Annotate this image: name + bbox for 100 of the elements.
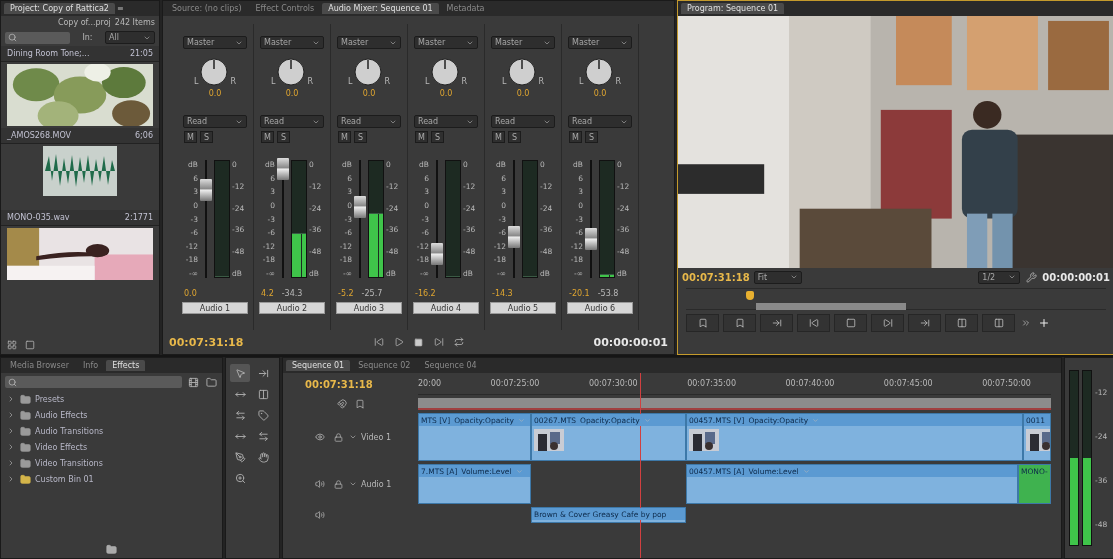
track-name-button[interactable]: Audio 3 — [336, 302, 402, 314]
add-button-icon[interactable] — [1037, 316, 1051, 330]
pan-knob[interactable] — [277, 58, 306, 86]
automation-dropdown[interactable]: Read — [183, 115, 247, 128]
step-forward-icon[interactable] — [871, 314, 904, 332]
pan-value[interactable]: 0.0 — [362, 89, 376, 98]
pan-knob[interactable] — [200, 58, 229, 86]
stop-icon[interactable] — [834, 314, 867, 332]
panel-tab[interactable]: Effect Controls — [249, 3, 321, 14]
in-dropdown[interactable]: All — [105, 31, 155, 44]
panel-tab[interactable]: Source: (no clips) — [166, 3, 248, 14]
track-name-button[interactable]: Audio 4 — [413, 302, 479, 314]
tree-item[interactable]: Video Transitions — [1, 455, 222, 471]
zoom-dropdown[interactable]: Fit — [753, 270, 802, 284]
fader-track[interactable] — [431, 160, 443, 278]
volume-value[interactable]: 4.2 — [261, 289, 274, 299]
time-ruler[interactable] — [686, 288, 1106, 310]
send-dropdown[interactable]: Master — [337, 36, 401, 49]
panel-tab[interactable]: Info — [77, 360, 105, 371]
pan-knob[interactable] — [508, 58, 537, 86]
pan-knob[interactable] — [585, 58, 614, 86]
speaker-icon[interactable] — [313, 508, 327, 522]
automation-dropdown[interactable]: Read — [337, 115, 401, 128]
timecode[interactable]: 00:07:31:18 — [682, 271, 750, 283]
mute-button[interactable]: M — [184, 131, 197, 143]
solo-button[interactable]: S — [431, 131, 444, 143]
selection-tool-icon[interactable] — [230, 364, 250, 382]
mute-button[interactable]: M — [569, 131, 582, 143]
tree-item[interactable]: Audio Transitions — [1, 423, 222, 439]
fader-thumb[interactable] — [585, 228, 597, 251]
send-dropdown[interactable]: Master — [260, 36, 324, 49]
pan-value[interactable]: 0.0 — [439, 89, 453, 98]
automation-dropdown[interactable]: Read — [568, 115, 632, 128]
mute-button[interactable]: M — [338, 131, 351, 143]
zoom-scrollbar[interactable] — [756, 303, 906, 310]
mute-button[interactable]: M — [415, 131, 428, 143]
mute-button[interactable]: M — [492, 131, 505, 143]
tree-item[interactable]: Custom Bin 01 — [1, 471, 222, 487]
fader-thumb[interactable] — [354, 196, 366, 219]
fader-track[interactable] — [585, 160, 597, 278]
automation-dropdown[interactable]: Read — [260, 115, 324, 128]
solo-button[interactable]: S — [508, 131, 521, 143]
solo-button[interactable]: S — [354, 131, 367, 143]
snap-icon[interactable] — [334, 397, 349, 411]
step-back-icon[interactable] — [797, 314, 830, 332]
sequence-tab[interactable]: Sequence 02 — [352, 360, 417, 371]
send-dropdown[interactable]: Master — [183, 36, 247, 49]
bin-icon[interactable] — [204, 375, 218, 389]
stop-icon[interactable] — [411, 335, 426, 349]
timecode[interactable]: 00:07:31:18 — [169, 335, 244, 349]
tree-item[interactable]: Presets — [1, 391, 222, 407]
track-name-button[interactable]: Audio 2 — [259, 302, 325, 314]
fader-thumb[interactable] — [277, 158, 289, 181]
search-field[interactable] — [5, 31, 70, 44]
fader-track[interactable] — [354, 160, 366, 278]
pan-value[interactable]: 0.0 — [516, 89, 530, 98]
fader-thumb[interactable] — [508, 225, 520, 248]
panel-tab[interactable]: Media Browser — [4, 360, 75, 371]
solo-button[interactable]: S — [277, 131, 290, 143]
sequence-tab[interactable]: Sequence 04 — [418, 360, 483, 371]
panel-tab[interactable]: Effects — [106, 360, 146, 371]
fader-track[interactable] — [200, 160, 212, 278]
automation-dropdown[interactable]: Read — [414, 115, 478, 128]
mute-button[interactable]: M — [261, 131, 274, 143]
send-dropdown[interactable]: Master — [491, 36, 555, 49]
panel-title[interactable]: Program: Sequence 01 — [681, 3, 785, 14]
send-dropdown[interactable]: Master — [568, 36, 632, 49]
volume-value[interactable]: 0.0 — [184, 289, 197, 299]
settings-icon[interactable] — [1024, 270, 1039, 284]
solo-button[interactable]: S — [200, 131, 213, 143]
fader-thumb[interactable] — [431, 243, 443, 266]
volume-value[interactable]: -16.2 — [415, 289, 436, 299]
tree-item[interactable]: Audio Effects — [1, 407, 222, 423]
volume-value[interactable]: -5.2 — [338, 289, 354, 299]
icon-view-icon[interactable] — [23, 338, 37, 352]
panel-tab[interactable]: Metadata — [440, 3, 491, 14]
lock-icon[interactable] — [331, 430, 345, 444]
fader-track[interactable] — [277, 160, 289, 278]
speaker-icon[interactable] — [313, 477, 327, 491]
new-bin-icon[interactable] — [104, 542, 119, 556]
track-name-button[interactable]: Audio 6 — [567, 302, 633, 314]
sequence-tab[interactable]: Sequence 01 — [286, 360, 351, 371]
track-name-button[interactable]: Audio 5 — [490, 302, 556, 314]
pan-knob[interactable] — [431, 58, 460, 86]
timecode[interactable]: 00:07:31:18 — [305, 378, 373, 390]
track-name-button[interactable]: Audio 1 — [182, 302, 248, 314]
volume-value[interactable]: -14.3 — [492, 289, 513, 299]
pan-knob[interactable] — [354, 58, 383, 86]
tree-item[interactable]: Video Effects — [1, 439, 222, 455]
solo-button[interactable]: S — [585, 131, 598, 143]
pan-value[interactable]: 0.0 — [285, 89, 299, 98]
resolution-dropdown[interactable]: 1/2 — [978, 270, 1021, 284]
volume-value[interactable]: -20.1 — [569, 289, 590, 299]
panel-menu-icon[interactable]: ≡ — [116, 4, 124, 13]
fader-thumb[interactable] — [200, 178, 212, 201]
fader-track[interactable] — [508, 160, 520, 278]
pan-value[interactable]: 0.0 — [208, 89, 222, 98]
panel-tab[interactable]: Audio Mixer: Sequence 01 — [322, 3, 439, 14]
send-dropdown[interactable]: Master — [414, 36, 478, 49]
project-item[interactable]: _AMOS268.MOV 6;06 — [1, 128, 159, 144]
